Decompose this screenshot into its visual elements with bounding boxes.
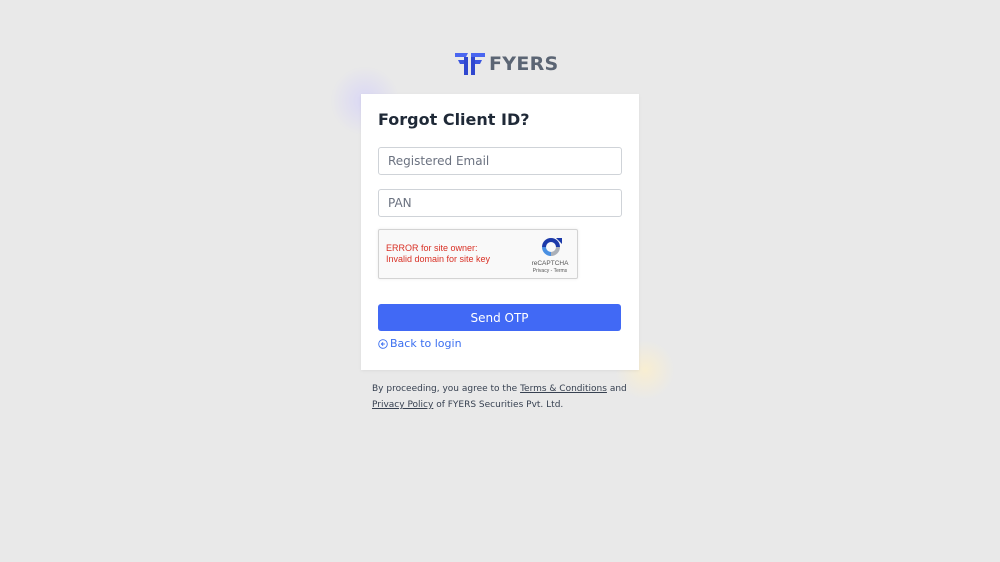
back-to-login-link[interactable]: Back to login <box>378 337 462 350</box>
pan-field-wrapper <box>378 189 622 217</box>
legal-footer: By proceeding, you agree to the Terms & … <box>372 381 642 413</box>
privacy-policy-link[interactable]: Privacy Policy <box>372 400 433 410</box>
pan-field[interactable] <box>379 190 621 216</box>
recaptcha-brand: reCAPTCHA <box>531 260 569 267</box>
fyers-logo-icon <box>455 53 485 75</box>
recaptcha-widget[interactable]: ERROR for site owner: Invalid domain for… <box>378 229 578 279</box>
recaptcha-logo-icon <box>542 238 562 256</box>
recaptcha-links: Privacy - Terms <box>525 268 575 274</box>
circle-arrow-left-icon <box>378 338 388 349</box>
recaptcha-error: ERROR for site owner: Invalid domain for… <box>386 243 490 265</box>
footer-suffix: of FYERS Securities Pvt. Ltd. <box>433 400 564 410</box>
recaptcha-error-line2: Invalid domain for site key <box>386 254 491 264</box>
recaptcha-privacy-link[interactable]: Privacy <box>533 268 549 274</box>
footer-middle: and <box>606 384 627 394</box>
terms-conditions-link[interactable]: Terms & Conditions <box>520 384 607 394</box>
recaptcha-terms-link[interactable]: Terms <box>554 268 568 274</box>
back-to-login-label: Back to login <box>390 337 462 350</box>
send-otp-button[interactable]: Send OTP <box>378 304 621 331</box>
forgot-client-id-card: Forgot Client ID? ERROR for site owner: … <box>361 94 639 370</box>
page-title: Forgot Client ID? <box>378 110 530 129</box>
email-field[interactable] <box>379 148 621 174</box>
footer-prefix: By proceeding, you agree to the <box>372 384 521 394</box>
brand-name: FYERS <box>489 53 559 75</box>
email-field-wrapper <box>378 147 622 175</box>
recaptcha-error-line1: ERROR for site owner: <box>386 243 478 253</box>
brand-logo: FYERS <box>455 50 559 78</box>
